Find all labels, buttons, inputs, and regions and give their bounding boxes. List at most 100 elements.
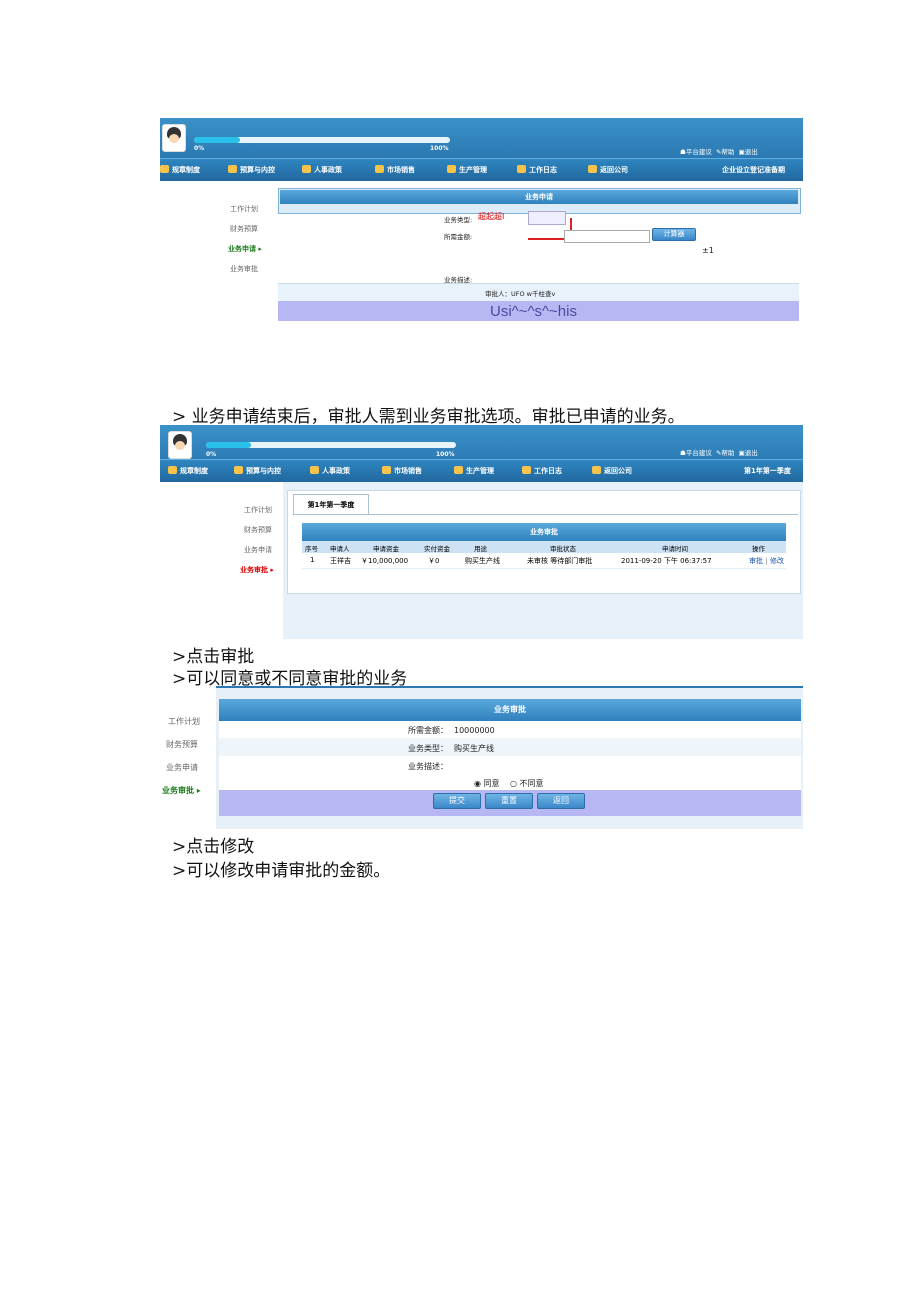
desc-label: 业务描述： — [408, 762, 448, 771]
sidebar-item-finance[interactable]: 财务预算 — [166, 739, 198, 750]
sidebar-item-approve[interactable]: 业务审批 — [230, 264, 258, 274]
nav-icon — [592, 466, 601, 474]
col-paid: 实付资金 — [424, 545, 450, 553]
screenshot-approve-form: 工作计划 财务预算 业务申请 业务审批 ▸ 业务审批 所需金额： 1000000… — [160, 686, 803, 829]
nav-market[interactable]: 市场销售 — [375, 165, 415, 175]
screenshot-business-apply: 0% 100% ☗平台建议 ✎帮助 ▣退出 规章制度 预算与内控 人事政策 市场… — [160, 118, 803, 322]
tab-strip-line — [293, 514, 798, 515]
agree-option[interactable]: ◉ 同意 — [474, 778, 500, 789]
sidebar-item-approve[interactable]: 业务审批 ▸ — [240, 565, 274, 575]
nav-budget[interactable]: 预算与内控 — [228, 165, 275, 175]
approve-link[interactable]: 审批 — [749, 557, 763, 565]
nav-rules[interactable]: 规章制度 — [168, 466, 208, 476]
footer-text: Usi^~^s^~his — [490, 303, 577, 320]
progress-end-label: 100% — [436, 451, 455, 458]
suggest-link[interactable]: ☗平台建议 — [680, 449, 712, 457]
progress-fill — [194, 137, 241, 143]
nav-return[interactable]: 返回公司 — [588, 165, 628, 175]
type-value: 超起超I — [478, 212, 505, 221]
cell-applicant: 王祥吉 — [330, 557, 351, 565]
help-link[interactable]: ✎帮助 — [716, 148, 734, 156]
nav-icon — [168, 466, 177, 474]
nav-worklog[interactable]: 工作日志 — [522, 466, 562, 476]
sidebar-item-approve[interactable]: 业务审批 ▸ — [162, 785, 201, 796]
reset-button[interactable]: 重置 — [485, 793, 533, 809]
amount-input[interactable] — [564, 230, 650, 243]
radio-checked-icon[interactable]: ◉ — [474, 779, 481, 788]
row-type — [219, 738, 801, 756]
nav-budget[interactable]: 预算与内控 — [234, 466, 281, 476]
logout-link[interactable]: ▣退出 — [739, 449, 758, 457]
nav-icon — [588, 165, 597, 173]
nav-icon — [234, 466, 243, 474]
nav-icon — [302, 165, 311, 173]
calculator-button[interactable]: 计算器 — [652, 228, 696, 241]
help-link[interactable]: ✎帮助 — [716, 449, 734, 457]
avatar — [162, 124, 186, 152]
col-requested: 申请资金 — [373, 545, 399, 553]
main-nav: 规章制度 预算与内控 人事政策 市场销售 生产管理 工作日志 返回公司 企业设立… — [160, 158, 803, 181]
nav-hr[interactable]: 人事政策 — [302, 165, 342, 175]
action-separator: | — [765, 557, 768, 565]
doc-line-5: >可以修改申请审批的金额。 — [172, 861, 391, 881]
approver-line: 审批人：UFO w千柱查v — [485, 290, 556, 298]
tab-quarter[interactable]: 第1年第一季度 — [293, 494, 369, 515]
screenshot-business-approve-list: 0% 100% ☗平台建议 ✎帮助 ▣退出 规章制度 预算与内控 人事政策 市场… — [160, 425, 803, 639]
amount-label: 所需金额： — [408, 726, 448, 735]
nav-return[interactable]: 返回公司 — [592, 466, 632, 476]
sidebar-item-finance[interactable]: 财务预算 — [230, 224, 258, 234]
sidebar-item-plan[interactable]: 工作计划 — [230, 204, 258, 214]
submit-button[interactable]: 提交 — [433, 793, 481, 809]
table-row: 1 王祥吉 ￥10,000,000 ￥0 购买生产线 未审核 等待部门审批 20… — [302, 553, 786, 569]
disagree-option[interactable]: ○ 不同意 — [510, 778, 544, 789]
col-status: 审批状态 — [550, 545, 576, 553]
logout-link[interactable]: ▣退出 — [739, 148, 758, 156]
nav-market[interactable]: 市场销售 — [382, 466, 422, 476]
nav-production[interactable]: 生产管理 — [454, 466, 494, 476]
cell-index: 1 — [310, 556, 315, 564]
cell-status: 未审核 等待部门审批 — [527, 557, 593, 565]
nav-icon — [375, 165, 384, 173]
progress-bar — [206, 442, 456, 448]
sidebar-item-finance[interactable]: 财务预算 — [244, 525, 272, 535]
col-action: 操作 — [752, 545, 765, 553]
radio-unchecked-icon[interactable]: ○ — [510, 779, 517, 788]
sidebar-item-apply[interactable]: 业务申请 ▸ — [228, 244, 262, 254]
suggest-link[interactable]: ☗平台建议 — [680, 148, 712, 156]
nav-production[interactable]: 生产管理 — [447, 165, 487, 175]
nav-icon — [517, 165, 526, 173]
cell-paid: ￥0 — [428, 557, 440, 565]
progress-fill — [206, 442, 251, 448]
nav-icon — [160, 165, 169, 173]
sidebar-item-apply[interactable]: 业务申请 — [244, 545, 272, 555]
top-links: ☗平台建议 ✎帮助 ▣退出 — [680, 447, 758, 457]
edit-link[interactable]: 修改 — [770, 557, 784, 565]
type-label: 业务类型： — [408, 744, 448, 753]
type-label: 业务类型: — [444, 216, 473, 224]
back-button[interactable]: 返回 — [537, 793, 585, 809]
sidebar-item-apply[interactable]: 业务申请 — [166, 762, 198, 773]
nav-icon — [228, 165, 237, 173]
progress-start-label: 0% — [194, 145, 205, 152]
progress-bar — [194, 137, 450, 143]
sidebar-item-plan[interactable]: 工作计划 — [244, 505, 272, 515]
nav-icon — [310, 466, 319, 474]
nav-icon — [382, 466, 391, 474]
cell-actions: 审批 | 修改 — [749, 556, 784, 566]
nav-icon — [454, 466, 463, 474]
amount-label: 所需金额: — [444, 233, 473, 241]
sidebar-item-plan[interactable]: 工作计划 — [168, 716, 200, 727]
row-amount — [219, 721, 801, 738]
nav-worklog[interactable]: 工作日志 — [517, 165, 557, 175]
main-nav: 规章制度 预算与内控 人事政策 市场销售 生产管理 工作日志 返回公司 第1年第… — [160, 459, 803, 482]
amount-value: 10000000 — [454, 726, 495, 735]
nav-rules[interactable]: 规章制度 — [160, 165, 200, 175]
col-applicant: 申请人 — [330, 545, 350, 553]
nav-hr[interactable]: 人事政策 — [310, 466, 350, 476]
progress-end-label: 100% — [430, 145, 449, 152]
panel-title: 业务审批 — [302, 523, 786, 541]
disagree-label: 不同意 — [519, 779, 544, 788]
progress-start-label: 0% — [206, 451, 217, 458]
table-header: 序号 申请人 申请资金 实付资金 用途 审批状态 申请时间 操作 — [302, 541, 786, 553]
cell-purpose: 购买生产线 — [465, 557, 500, 565]
